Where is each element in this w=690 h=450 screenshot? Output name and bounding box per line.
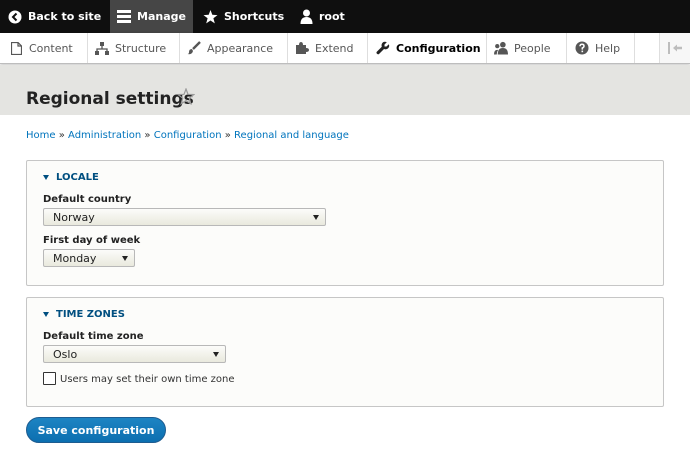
time-zones-fieldset: TIME ZONES Default time zone Oslo Users …: [26, 297, 664, 407]
tray-item-extend[interactable]: Extend: [288, 33, 368, 63]
breadcrumb-separator: »: [224, 130, 231, 141]
breadcrumb-separator: »: [144, 130, 151, 141]
back-arrow-icon: [8, 10, 22, 24]
tray-item-configuration[interactable]: Configuration: [368, 33, 487, 63]
locale-fieldset: LOCALE Default country Norway First day …: [26, 160, 664, 286]
tray-item-structure[interactable]: Structure: [88, 33, 180, 63]
default-country-select[interactable]: Norway: [43, 208, 326, 226]
page-title: Regional settings: [26, 89, 194, 109]
user-tab[interactable]: root: [300, 0, 345, 33]
paintbrush-icon: [187, 41, 201, 55]
default-time-zone-label: Default time zone: [43, 331, 144, 342]
first-day-of-week-select[interactable]: Monday: [43, 249, 135, 267]
back-to-site-label: Back to site: [28, 10, 102, 23]
dropdown-arrow-icon: [313, 215, 319, 220]
user-configurable-timezones-checkbox[interactable]: [43, 372, 56, 385]
tray-label-people: People: [514, 41, 551, 55]
tray-item-content[interactable]: Content: [0, 33, 88, 63]
collapse-triangle-icon: [43, 312, 49, 317]
manage-label: Manage: [137, 10, 186, 23]
manage-tab[interactable]: Manage: [110, 0, 193, 33]
tray-label-structure: Structure: [115, 41, 167, 55]
locale-legend[interactable]: LOCALE: [43, 172, 99, 183]
wrench-icon: [376, 41, 390, 55]
user-icon: [300, 9, 313, 24]
time-zones-legend[interactable]: TIME ZONES: [43, 309, 125, 320]
back-to-site-link[interactable]: Back to site: [8, 0, 101, 33]
default-country-label: Default country: [43, 194, 132, 205]
tray-label-configuration: Configuration: [396, 41, 481, 55]
breadcrumb-home[interactable]: Home: [26, 130, 56, 141]
default-country-value: Norway: [53, 210, 95, 224]
tray-label-appearance: Appearance: [207, 41, 274, 55]
first-day-of-week-value: Monday: [53, 251, 97, 265]
tray-label-extend: Extend: [315, 41, 354, 55]
help-icon: [575, 41, 589, 55]
breadcrumb-configuration[interactable]: Configuration: [154, 130, 222, 141]
default-time-zone-select[interactable]: Oslo: [43, 345, 226, 363]
tray-item-help[interactable]: Help: [567, 33, 635, 63]
default-time-zone-value: Oslo: [53, 347, 78, 361]
tray-label-help: Help: [595, 41, 621, 55]
sitemap-icon: [95, 41, 109, 55]
time-zones-legend-label: TIME ZONES: [56, 309, 125, 320]
tray-item-appearance[interactable]: Appearance: [180, 33, 288, 63]
shortcuts-label: Shortcuts: [224, 10, 285, 23]
breadcrumb-regional-and-language[interactable]: Regional and language: [234, 130, 349, 141]
add-shortcut-star-icon[interactable]: [176, 87, 196, 109]
admin-tray: Content Structure Appearance Extend Conf…: [0, 33, 690, 64]
save-configuration-button[interactable]: Save configuration: [26, 417, 166, 443]
tray-label-content: Content: [29, 41, 73, 55]
admin-toolbar: Back to site Manage Shortcuts root: [0, 0, 690, 33]
collapse-triangle-icon: [43, 175, 49, 180]
user-configurable-timezones-label[interactable]: Users may set their own time zone: [60, 374, 235, 385]
hamburger-icon: [117, 10, 131, 23]
shortcuts-tab[interactable]: Shortcuts: [203, 0, 284, 33]
star-icon: [203, 9, 218, 24]
people-icon: [494, 41, 508, 55]
breadcrumb-administration[interactable]: Administration: [68, 130, 141, 141]
dropdown-arrow-icon: [213, 352, 219, 357]
first-day-of-week-label: First day of week: [43, 235, 141, 246]
tray-orientation-toggle[interactable]: [659, 33, 690, 63]
file-icon: [9, 41, 23, 55]
user-label: root: [319, 10, 345, 23]
tray-item-people[interactable]: People: [487, 33, 567, 63]
locale-legend-label: LOCALE: [56, 172, 99, 183]
dropdown-arrow-icon: [122, 256, 128, 261]
collapse-left-icon: [668, 39, 682, 58]
puzzle-icon: [295, 41, 309, 55]
breadcrumb: Home » Administration » Configuration » …: [26, 130, 349, 141]
breadcrumb-separator: »: [58, 130, 65, 141]
